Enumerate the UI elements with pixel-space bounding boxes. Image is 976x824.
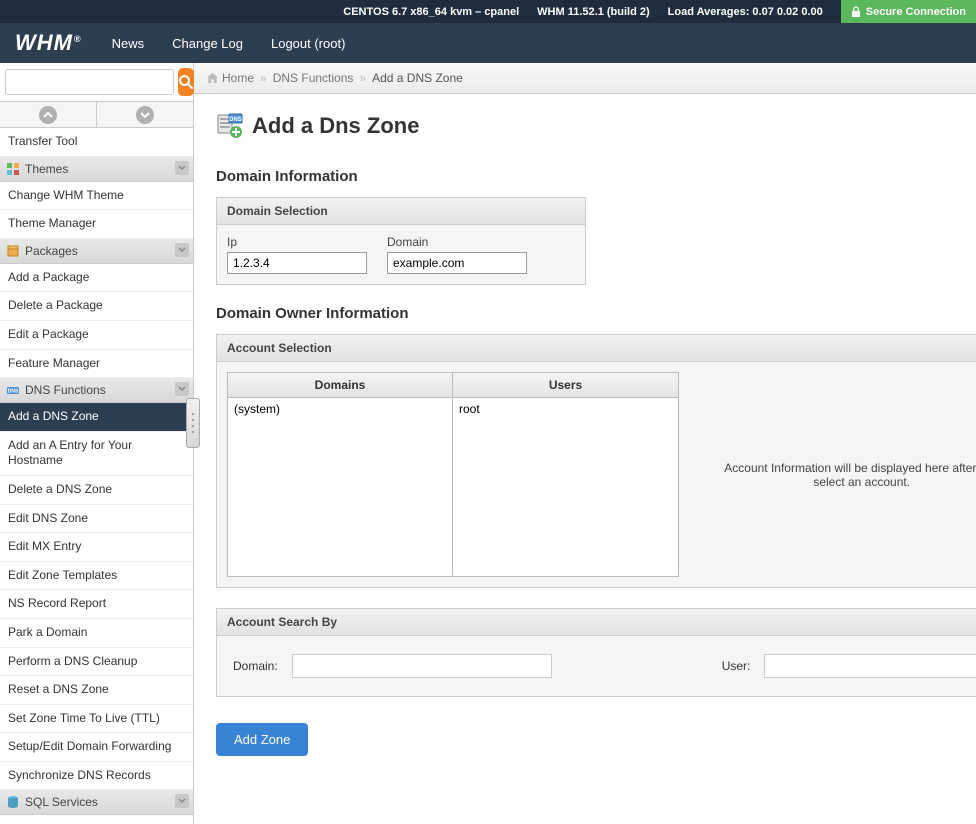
search-user-input[interactable] xyxy=(764,654,976,678)
sidebar-group-dns-functions[interactable]: DNS DNS Functions xyxy=(0,378,193,403)
sidebar-item-setup-edit-domain-forwarding[interactable]: Setup/Edit Domain Forwarding xyxy=(0,733,193,762)
expand-all-button[interactable] xyxy=(97,102,193,127)
themes-icon xyxy=(6,162,20,176)
sidebar-item-feature-manager[interactable]: Feature Manager xyxy=(0,350,193,379)
sidebar-item-add-a-package[interactable]: Add a Package xyxy=(0,264,193,293)
dns-icon: DNS xyxy=(6,383,20,397)
sidebar-item-set-zone-time-to-live-ttl-[interactable]: Set Zone Time To Live (TTL) xyxy=(0,705,193,734)
breadcrumb-current: Add a DNS Zone xyxy=(372,71,463,85)
sidebar-item-edit-dns-zone[interactable]: Edit DNS Zone xyxy=(0,505,193,534)
sidebar-item-additional-mysql-access-hosts[interactable]: Additional MySQL Access Hosts xyxy=(0,815,193,823)
domain-selection-heading: Domain Selection xyxy=(217,198,585,225)
sidebar-item-add-a-dns-zone[interactable]: Add a DNS Zone xyxy=(0,403,193,432)
list-item[interactable]: root xyxy=(455,400,676,418)
sidebar-item-add-an-a-entry-for-your-hostname[interactable]: Add an A Entry for Your Hostname xyxy=(0,432,193,476)
lock-icon xyxy=(851,6,861,18)
ip-label: Ip xyxy=(227,235,367,249)
chevron-down-icon xyxy=(178,246,186,254)
sidebar-group-sql-services[interactable]: SQL Services xyxy=(0,790,193,815)
add-zone-button[interactable]: Add Zone xyxy=(216,723,308,756)
domain-info-heading: Domain Information xyxy=(216,168,976,185)
search-user-label: User: xyxy=(722,659,751,673)
load-averages: Load Averages: 0.07 0.02 0.00 xyxy=(668,6,823,18)
svg-text:DNS: DNS xyxy=(229,117,242,123)
breadcrumb: Home » DNS Functions » Add a DNS Zone xyxy=(194,63,976,94)
sidebar-item-reset-a-dns-zone[interactable]: Reset a DNS Zone xyxy=(0,676,193,705)
domains-listbox[interactable]: (system) xyxy=(228,398,453,576)
main-header: WHM® News Change Log Logout (root) xyxy=(0,23,976,63)
users-column-header: Users xyxy=(453,373,678,398)
domains-column-header: Domains xyxy=(228,373,453,398)
account-selection-heading: Account Selection xyxy=(217,335,976,362)
breadcrumb-home[interactable]: Home xyxy=(222,71,254,85)
packages-icon xyxy=(6,244,20,258)
account-info-placeholder: Account Information will be displayed he… xyxy=(693,372,976,577)
sidebar-item-edit-a-package[interactable]: Edit a Package xyxy=(0,321,193,350)
nav-logout[interactable]: Logout (root) xyxy=(271,36,345,51)
content-area: DNS Add a Dns Zone Domain Information Do… xyxy=(194,94,976,824)
account-search-panel: Account Search By Domain: User: xyxy=(216,608,976,697)
sidebar-group-label: SQL Services xyxy=(25,795,98,809)
sidebar-item-perform-a-dns-cleanup[interactable]: Perform a DNS Cleanup xyxy=(0,648,193,677)
collapse-controls xyxy=(0,102,193,128)
whm-logo[interactable]: WHM® xyxy=(15,30,82,56)
nav-change-log[interactable]: Change Log xyxy=(172,36,243,51)
sidebar-item-theme-manager[interactable]: Theme Manager xyxy=(0,210,193,239)
page-title: Add a Dns Zone xyxy=(252,113,419,139)
sidebar-group-label: Themes xyxy=(25,162,68,176)
sidebar-group-label: DNS Functions xyxy=(25,383,106,397)
sidebar-group-themes[interactable]: Themes xyxy=(0,157,193,182)
breadcrumb-section[interactable]: DNS Functions xyxy=(273,71,354,85)
users-listbox[interactable]: root xyxy=(453,398,678,576)
sidebar-item-delete-a-dns-zone[interactable]: Delete a DNS Zone xyxy=(0,476,193,505)
search-button[interactable] xyxy=(178,68,194,96)
whm-version: WHM 11.52.1 (build 2) xyxy=(537,6,649,18)
domain-selection-panel: Domain Selection Ip Domain xyxy=(216,197,586,285)
sidebar-group-packages[interactable]: Packages xyxy=(0,239,193,264)
sidebar-item-park-a-domain[interactable]: Park a Domain xyxy=(0,619,193,648)
chevron-down-icon xyxy=(178,385,186,393)
secure-connection-badge: Secure Connection xyxy=(841,0,976,23)
svg-text:DNS: DNS xyxy=(8,389,19,395)
sidebar-search xyxy=(0,63,193,102)
search-input[interactable] xyxy=(5,69,174,95)
ip-input[interactable] xyxy=(227,252,367,274)
search-domain-input[interactable] xyxy=(292,654,552,678)
search-icon xyxy=(178,74,194,90)
account-selection-panel: Account Selection Domains Users xyxy=(216,334,976,588)
search-domain-label: Domain: xyxy=(233,659,278,673)
domain-label: Domain xyxy=(387,235,527,249)
collapse-all-button[interactable] xyxy=(0,102,97,127)
owner-info-heading: Domain Owner Information xyxy=(216,305,976,322)
chevron-down-icon xyxy=(178,797,186,805)
domain-input[interactable] xyxy=(387,252,527,274)
os-info: CENTOS 6.7 x86_64 kvm – cpanel xyxy=(343,6,519,18)
sidebar-item-edit-mx-entry[interactable]: Edit MX Entry xyxy=(0,533,193,562)
sidebar-item-transfer-tool[interactable]: Transfer Tool xyxy=(0,128,193,157)
sidebar-item-ns-record-report[interactable]: NS Record Report xyxy=(0,590,193,619)
account-search-heading: Account Search By xyxy=(217,609,976,636)
sidebar-item-change-whm-theme[interactable]: Change WHM Theme xyxy=(0,182,193,211)
sidebar-item-synchronize-dns-records[interactable]: Synchronize DNS Records xyxy=(0,762,193,791)
main-column: Home » DNS Functions » Add a DNS Zone DN… xyxy=(194,63,976,824)
nav-news[interactable]: News xyxy=(112,36,145,51)
sidebar: Transfer Tool Themes Change WHM ThemeTheme… xyxy=(0,63,194,824)
chevron-down-icon xyxy=(140,110,150,120)
sidebar-item-edit-zone-templates[interactable]: Edit Zone Templates xyxy=(0,562,193,591)
sidebar-group-label: Packages xyxy=(25,244,78,258)
chevron-up-icon xyxy=(43,110,53,120)
status-bar: CENTOS 6.7 x86_64 kvm – cpanel WHM 11.52… xyxy=(0,0,976,23)
sql-icon xyxy=(6,795,20,809)
chevron-down-icon xyxy=(178,164,186,172)
list-item[interactable]: (system) xyxy=(230,400,450,418)
dns-zone-icon: DNS xyxy=(216,112,244,140)
sidebar-item-delete-a-package[interactable]: Delete a Package xyxy=(0,292,193,321)
home-icon xyxy=(206,72,219,85)
